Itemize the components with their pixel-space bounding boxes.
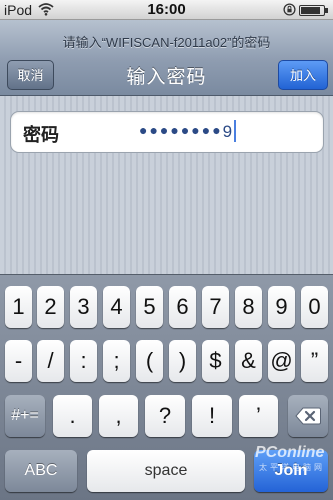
key-open-paren[interactable]: ( <box>136 340 163 382</box>
status-bar: iPod 16:00 <box>0 0 333 20</box>
battery-icon <box>299 5 328 16</box>
key-4[interactable]: 4 <box>103 286 130 328</box>
backspace-icon <box>295 407 321 425</box>
content-area: 密码 ●●●●●●●●9 <box>0 96 333 274</box>
key-colon[interactable]: : <box>70 340 97 382</box>
password-field[interactable]: 密码 ●●●●●●●●9 <box>10 111 324 153</box>
symbols-toggle-key[interactable]: #+= <box>5 395 45 437</box>
last-typed-char: 9 <box>222 122 234 141</box>
key-1[interactable]: 1 <box>5 286 32 328</box>
key-question[interactable]: ? <box>145 395 185 437</box>
key-quote[interactable]: ” <box>301 340 328 382</box>
battery-level-fill <box>301 7 320 14</box>
key-9[interactable]: 9 <box>268 286 295 328</box>
keyboard: 1 2 3 4 5 6 7 8 9 0 - / : ; ( ) $ & @ ” … <box>0 274 333 500</box>
password-input-value[interactable]: ●●●●●●●●9 <box>139 120 237 142</box>
key-ampersand[interactable]: & <box>235 340 262 382</box>
key-close-paren[interactable]: ) <box>169 340 196 382</box>
network-prompt-text: 请输入“WIFISCAN-f2011a02”的密码 <box>62 35 271 50</box>
key-apostrophe[interactable]: ’ <box>239 395 278 437</box>
key-comma[interactable]: , <box>99 395 138 437</box>
text-caret <box>234 120 237 142</box>
password-prompt-header: 请输入“WIFISCAN-f2011a02”的密码 取消 输入密码 加入 <box>0 20 333 96</box>
key-2[interactable]: 2 <box>37 286 64 328</box>
password-label: 密码 <box>23 125 59 145</box>
key-7[interactable]: 7 <box>202 286 229 328</box>
rotation-lock-icon <box>283 3 296 16</box>
key-0[interactable]: 0 <box>301 286 328 328</box>
key-at[interactable]: @ <box>268 340 295 382</box>
abc-key[interactable]: ABC <box>5 450 77 492</box>
key-8[interactable]: 8 <box>235 286 262 328</box>
space-key[interactable]: space <box>87 450 245 492</box>
key-3[interactable]: 3 <box>70 286 97 328</box>
masked-password: ●●●●●●●● <box>139 122 223 138</box>
key-semicolon[interactable]: ; <box>103 340 130 382</box>
backspace-key[interactable] <box>288 395 328 437</box>
key-exclamation[interactable]: ! <box>192 395 232 437</box>
key-dollar[interactable]: $ <box>202 340 229 382</box>
join-button[interactable]: 加入 <box>278 60 328 90</box>
key-5[interactable]: 5 <box>136 286 163 328</box>
key-slash[interactable]: / <box>37 340 64 382</box>
key-hyphen[interactable]: - <box>5 340 32 382</box>
key-period[interactable]: . <box>53 395 92 437</box>
join-key[interactable]: Join <box>254 450 328 492</box>
key-6[interactable]: 6 <box>169 286 196 328</box>
